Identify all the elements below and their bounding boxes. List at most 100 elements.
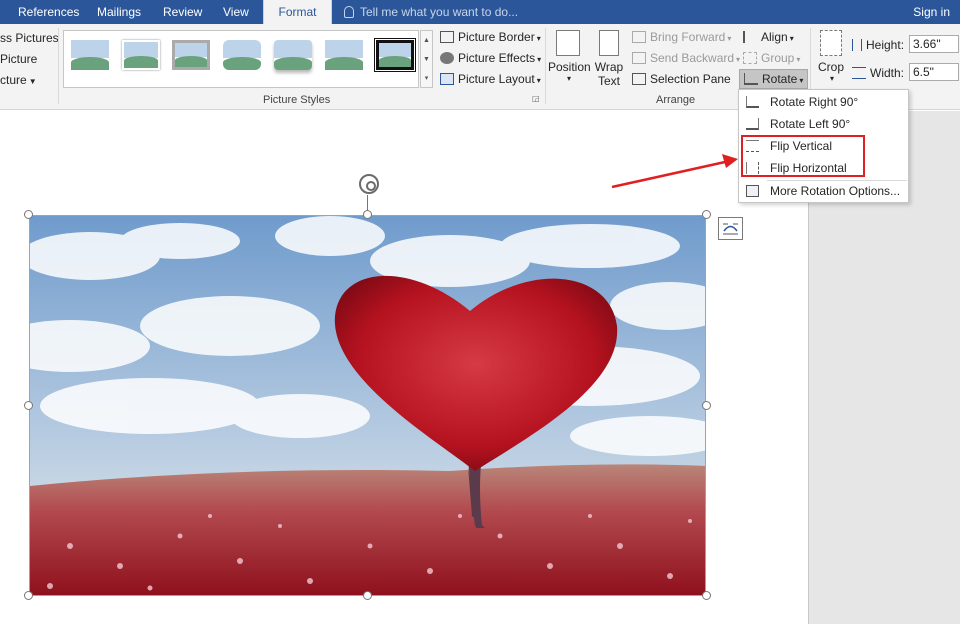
lightbulb-icon xyxy=(344,6,354,18)
chevron-down-icon: ▾ xyxy=(789,34,794,43)
picture-style-7[interactable] xyxy=(374,38,416,72)
picture-effects-label: Picture Effects xyxy=(458,51,536,65)
menu-item-more-rotation-options[interactable]: More Rotation Options... xyxy=(739,180,908,202)
group-button[interactable]: Group ▾ xyxy=(743,51,800,65)
tab-format[interactable]: Format xyxy=(263,0,332,24)
position-button[interactable]: Position ▾ xyxy=(548,30,591,83)
height-label-text: Height: xyxy=(866,38,905,52)
width-label: Width: xyxy=(852,66,904,80)
align-button[interactable]: Align ▾ xyxy=(743,30,794,44)
picture-layout-icon xyxy=(440,73,454,85)
resize-handle-top[interactable] xyxy=(363,210,372,219)
chevron-down-icon: ▾ xyxy=(536,76,541,85)
picture-style-2[interactable] xyxy=(122,40,160,70)
crop-label: Crop xyxy=(817,60,844,74)
selection-pane-icon xyxy=(632,73,646,85)
resize-handle-bottom-left[interactable] xyxy=(24,591,33,600)
tab-review[interactable]: Review xyxy=(163,0,202,24)
menu-item-label: Rotate Right 90° xyxy=(770,95,859,109)
chevron-down-icon: ▾ xyxy=(566,74,571,83)
sign-in-link[interactable]: Sign in xyxy=(913,0,950,24)
rotation-options-icon xyxy=(746,185,759,197)
selection-pane-button[interactable]: Selection Pane xyxy=(632,72,731,86)
resize-handle-top-right[interactable] xyxy=(702,210,711,219)
bring-forward-button[interactable]: Bring Forward ▾ xyxy=(632,30,731,44)
rotate-left-icon xyxy=(746,118,759,130)
height-label: Height: xyxy=(852,38,904,52)
dialog-launcher-icon[interactable]: ◲ xyxy=(532,94,540,103)
picture-border-button[interactable]: Picture Border ▾ xyxy=(440,30,541,44)
wrap-text-icon xyxy=(599,30,619,56)
menu-item-rotate-right[interactable]: Rotate Right 90° xyxy=(739,91,908,113)
compress-pictures-button[interactable]: ss Pictures xyxy=(0,31,59,45)
chevron-down-icon: ▾ xyxy=(796,55,801,64)
chevron-down-icon: ▾ xyxy=(537,55,542,64)
group-divider xyxy=(58,28,59,104)
group-divider xyxy=(545,28,546,104)
width-input[interactable]: 6.5" xyxy=(909,63,959,81)
wrap-text-label-2: Text xyxy=(597,74,620,88)
selection-pane-label: Selection Pane xyxy=(650,72,731,86)
reset-picture-button[interactable]: cture ▼ xyxy=(0,73,37,87)
group-label: Group xyxy=(761,51,795,65)
resize-handle-right[interactable] xyxy=(702,401,711,410)
height-icon xyxy=(852,39,862,51)
tab-references[interactable]: References xyxy=(18,0,79,24)
resize-handle-bottom[interactable] xyxy=(363,591,372,600)
position-label: Position xyxy=(548,60,591,74)
rotate-label: Rotate xyxy=(762,72,798,86)
menu-item-label: More Rotation Options... xyxy=(770,184,901,198)
gallery-scroll[interactable]: ▲ ▼ ▾ xyxy=(420,30,433,88)
picture-styles-gallery xyxy=(63,30,419,88)
chevron-down-icon: ▾ xyxy=(736,55,741,64)
width-label-text: Width: xyxy=(870,66,905,80)
tell-me-search[interactable]: Tell me what you want to do... xyxy=(344,0,518,24)
send-backward-button[interactable]: Send Backward ▾ xyxy=(632,51,740,65)
resize-handle-left[interactable] xyxy=(24,401,33,410)
chevron-down-icon: ▾ xyxy=(727,34,732,43)
picture-border-icon xyxy=(440,31,454,43)
picture-style-5[interactable] xyxy=(274,40,312,70)
group-label-arrange: Arrange xyxy=(656,94,696,106)
height-input[interactable]: 3.66" xyxy=(909,35,959,53)
chevron-down-icon: ▼ xyxy=(28,77,37,86)
change-picture-button[interactable]: Picture xyxy=(0,52,37,66)
rotation-handle-icon[interactable] xyxy=(359,174,379,194)
chevron-down-icon: ▾ xyxy=(799,76,804,85)
wrap-text-label-1: Wrap xyxy=(594,60,624,74)
send-backward-label: Send Backward xyxy=(650,51,735,65)
ribbon-tab-bar: References Mailings Review View Format T… xyxy=(0,0,960,24)
align-icon xyxy=(743,31,757,43)
width-icon xyxy=(852,67,866,79)
tab-view[interactable]: View xyxy=(223,0,249,24)
picture-style-1[interactable] xyxy=(71,40,109,70)
tab-mailings[interactable]: Mailings xyxy=(97,0,141,24)
wrap-text-button[interactable]: Wrap Text xyxy=(592,30,626,88)
heart-tree-image xyxy=(30,216,705,595)
picture-style-3[interactable] xyxy=(172,40,210,70)
picture-style-6[interactable] xyxy=(325,40,363,70)
group-label-picture-styles: Picture Styles xyxy=(263,94,331,106)
flip-options-highlight-box xyxy=(741,135,865,177)
group-icon xyxy=(743,52,757,64)
rotate-icon xyxy=(744,73,758,85)
picture-layout-button[interactable]: Picture Layout ▾ xyxy=(440,72,541,86)
selected-picture[interactable] xyxy=(29,215,706,596)
picture-effects-button[interactable]: Picture Effects ▾ xyxy=(440,51,541,65)
resize-handle-bottom-right[interactable] xyxy=(702,591,711,600)
rotate-right-icon xyxy=(746,96,759,108)
chevron-down-icon: ▾ xyxy=(829,74,834,83)
picture-style-4[interactable] xyxy=(223,40,261,70)
crop-button[interactable]: Crop ▾ xyxy=(814,30,848,83)
align-label: Align xyxy=(761,30,788,44)
picture-layout-label: Picture Layout xyxy=(458,72,535,86)
menu-item-rotate-left[interactable]: Rotate Left 90° xyxy=(739,113,908,135)
menu-item-label: Rotate Left 90° xyxy=(770,117,851,131)
rotate-button[interactable]: Rotate ▾ xyxy=(739,69,809,89)
resize-handle-top-left[interactable] xyxy=(24,210,33,219)
tell-me-placeholder: Tell me what you want to do... xyxy=(360,5,519,19)
position-icon xyxy=(556,30,580,56)
annotation-arrow-icon xyxy=(611,154,738,189)
reset-picture-label: cture xyxy=(0,73,27,87)
layout-options-icon[interactable] xyxy=(718,217,743,240)
